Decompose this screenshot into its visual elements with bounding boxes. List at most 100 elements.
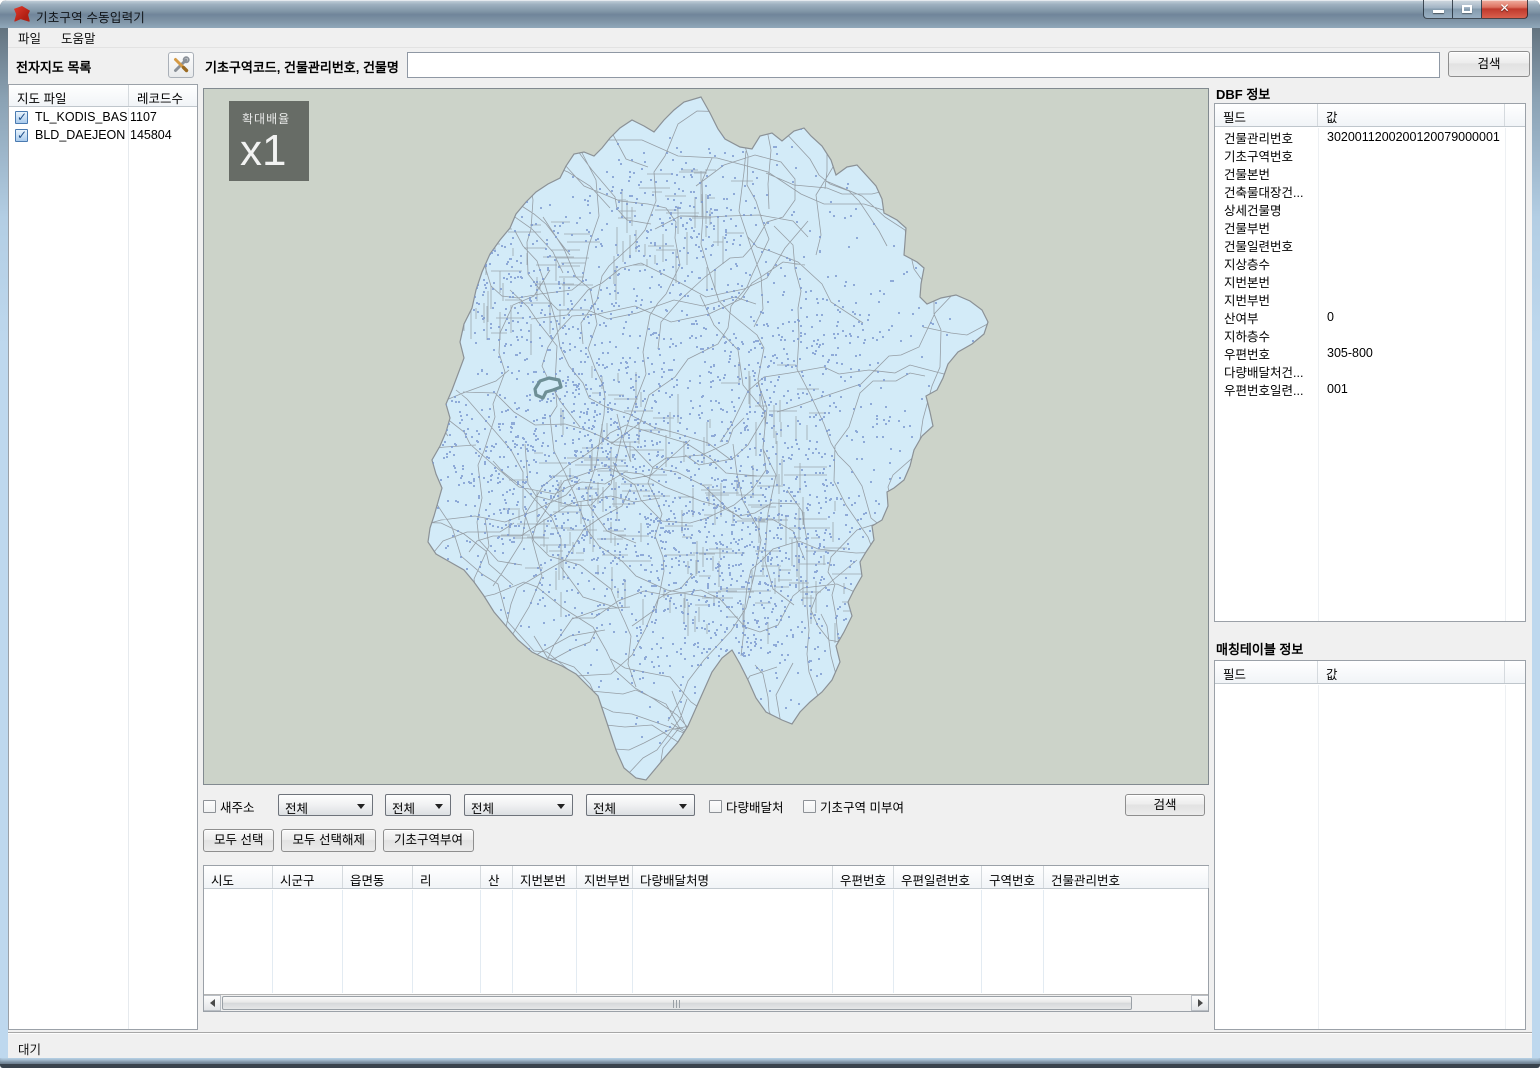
dropdown-value: 전체 [285, 798, 308, 817]
arrow-left-icon [210, 999, 215, 1007]
horizontal-scrollbar[interactable] [204, 994, 1208, 1011]
dbf-row[interactable]: 건물부번 [1215, 218, 1525, 236]
dbf-header-value[interactable]: 값 [1318, 104, 1505, 126]
layers-header-count[interactable]: 레코드수 [129, 85, 197, 106]
dbf-row[interactable]: 지번부번 [1215, 290, 1525, 308]
matching-header-value[interactable]: 값 [1318, 661, 1505, 683]
scrollbar-thumb[interactable] [222, 996, 1132, 1010]
map-canvas[interactable] [204, 89, 1209, 785]
result-column-header[interactable]: 산 [481, 866, 513, 888]
new-address-option[interactable]: 새주소 [203, 797, 255, 816]
dbf-panel-title: DBF 정보 [1216, 84, 1270, 103]
minimize-button[interactable] [1423, 0, 1453, 19]
layer-checkbox[interactable] [15, 111, 28, 124]
assign-zone-button[interactable]: 기초구역부여 [383, 829, 474, 852]
result-column-header[interactable]: 리 [413, 866, 481, 888]
dbf-field: 우편번호 [1215, 344, 1318, 363]
dbf-row[interactable]: 산여부0 [1215, 308, 1525, 326]
dbf-row[interactable]: 상세건물명 [1215, 200, 1525, 218]
result-column-header[interactable]: 지번부번 [577, 866, 633, 888]
map-view[interactable]: 확대배율 x1 [203, 88, 1209, 785]
filter-dropdown-2[interactable]: 전체 [385, 794, 451, 816]
filter-search-button[interactable]: 검색 [1125, 794, 1205, 816]
map-settings-button[interactable] [168, 52, 194, 78]
dbf-table: 필드 값 건물관리번호3020011200200120079000001기초구역… [1214, 103, 1526, 622]
dbf-row[interactable]: 지하층수 [1215, 326, 1525, 344]
result-column-header[interactable]: 지번본번 [513, 866, 577, 888]
result-column-header[interactable]: 건물관리번호 [1044, 866, 1209, 888]
result-column-header[interactable]: 우편일련번호 [894, 866, 982, 888]
dbf-field: 지하층수 [1215, 326, 1318, 345]
search-input[interactable] [407, 52, 1440, 78]
result-column-header[interactable]: 우편번호 [833, 866, 894, 888]
dbf-header-field[interactable]: 필드 [1215, 104, 1318, 126]
arrow-right-icon [1198, 999, 1203, 1007]
search-button[interactable]: 검색 [1448, 51, 1530, 77]
maximize-button[interactable] [1453, 0, 1482, 19]
column-divider [272, 890, 273, 993]
dropdown-value: 전체 [392, 798, 415, 817]
bulk-delivery-checkbox[interactable] [709, 800, 722, 813]
dbf-row[interactable]: 우편번호일련...001 [1215, 380, 1525, 398]
zone-unassigned-option[interactable]: 기초구역 미부여 [803, 797, 904, 816]
crossed-tools-icon [171, 55, 191, 75]
matching-header-field[interactable]: 필드 [1215, 661, 1318, 683]
deselect-all-button[interactable]: 모두 선택해제 [281, 829, 375, 852]
dbf-field: 우편번호일련... [1215, 380, 1318, 399]
layer-row[interactable]: TL_KODIS_BAS1107 [9, 108, 197, 126]
title-bar[interactable]: 기초구역 수동입력기 ✕ [0, 0, 1540, 28]
filter-dropdown-3[interactable]: 전체 [464, 794, 573, 816]
column-divider [576, 890, 577, 993]
status-text: 대기 [18, 1039, 41, 1058]
result-column-header[interactable]: 읍면동 [343, 866, 413, 888]
toolbar: 전자지도 목록 기초구역코드, 건물관리번호, 건물명 검색 [8, 48, 1532, 82]
dbf-field: 지번부번 [1215, 290, 1318, 309]
dbf-field: 건축물대장건... [1215, 182, 1318, 201]
dbf-row[interactable]: 지상층수 [1215, 254, 1525, 272]
dbf-row[interactable]: 건축물대장건... [1215, 182, 1525, 200]
filter-bar: 새주소 전체 전체 전체 전체 다량배달처 기초구역 미부여 검색 [203, 794, 1209, 818]
app-window: 기초구역 수동입력기 ✕ 파일 도움말 전자지도 목록 기초구역코드, 건물관리… [0, 0, 1540, 1068]
matching-table: 필드 값 [1214, 660, 1526, 1030]
dbf-row[interactable]: 기초구역번호 [1215, 146, 1525, 164]
filter-dropdown-1[interactable]: 전체 [278, 794, 373, 816]
dbf-field: 건물일련번호 [1215, 236, 1318, 255]
dbf-row[interactable]: 다량배달처건... [1215, 362, 1525, 380]
bulk-delivery-option[interactable]: 다량배달처 [709, 797, 784, 816]
result-table-body[interactable] [204, 890, 1208, 993]
dbf-row[interactable]: 건물일련번호 [1215, 236, 1525, 254]
filter-dropdown-4[interactable]: 전체 [586, 794, 695, 816]
result-column-header[interactable]: 시도 [204, 866, 273, 888]
dbf-field: 지상층수 [1215, 254, 1318, 273]
zone-unassigned-label: 기초구역 미부여 [820, 797, 904, 816]
zone-unassigned-checkbox[interactable] [803, 800, 816, 813]
layer-row[interactable]: BLD_DAEJEON145804 [9, 126, 197, 144]
select-all-button[interactable]: 모두 선택 [203, 829, 274, 852]
zoom-scale-badge: 확대배율 x1 [229, 101, 309, 181]
menu-file[interactable]: 파일 [8, 26, 51, 49]
result-column-header[interactable]: 다량배달처명 [633, 866, 833, 888]
new-address-checkbox[interactable] [203, 800, 216, 813]
layers-header-file[interactable]: 지도 파일 [9, 85, 129, 106]
dbf-field: 건물본번 [1215, 164, 1318, 183]
dbf-row[interactable]: 건물본번 [1215, 164, 1525, 182]
close-button[interactable]: ✕ [1482, 0, 1528, 19]
scroll-left-button[interactable] [204, 995, 221, 1011]
bulk-delivery-label: 다량배달처 [726, 797, 784, 816]
dbf-value: 3020011200200120079000001 [1318, 130, 1500, 144]
column-divider [632, 890, 633, 993]
dbf-rows: 건물관리번호3020011200200120079000001기초구역번호건물본… [1215, 128, 1525, 621]
layer-checkbox[interactable] [15, 129, 28, 142]
dbf-row[interactable]: 건물관리번호3020011200200120079000001 [1215, 128, 1525, 146]
layer-record-count: 1107 [121, 110, 157, 124]
menu-help[interactable]: 도움말 [51, 26, 106, 49]
dbf-row[interactable]: 지번본번 [1215, 272, 1525, 290]
new-address-label: 새주소 [220, 797, 255, 816]
result-column-header[interactable]: 구역번호 [982, 866, 1044, 888]
scroll-right-button[interactable] [1191, 995, 1208, 1011]
action-bar: 모두 선택 모두 선택해제 기초구역부여 [203, 829, 474, 853]
dbf-row[interactable]: 우편번호305-800 [1215, 344, 1525, 362]
result-column-header[interactable]: 시군구 [273, 866, 343, 888]
column-divider [1043, 890, 1044, 993]
dbf-value: 001 [1318, 382, 1348, 396]
